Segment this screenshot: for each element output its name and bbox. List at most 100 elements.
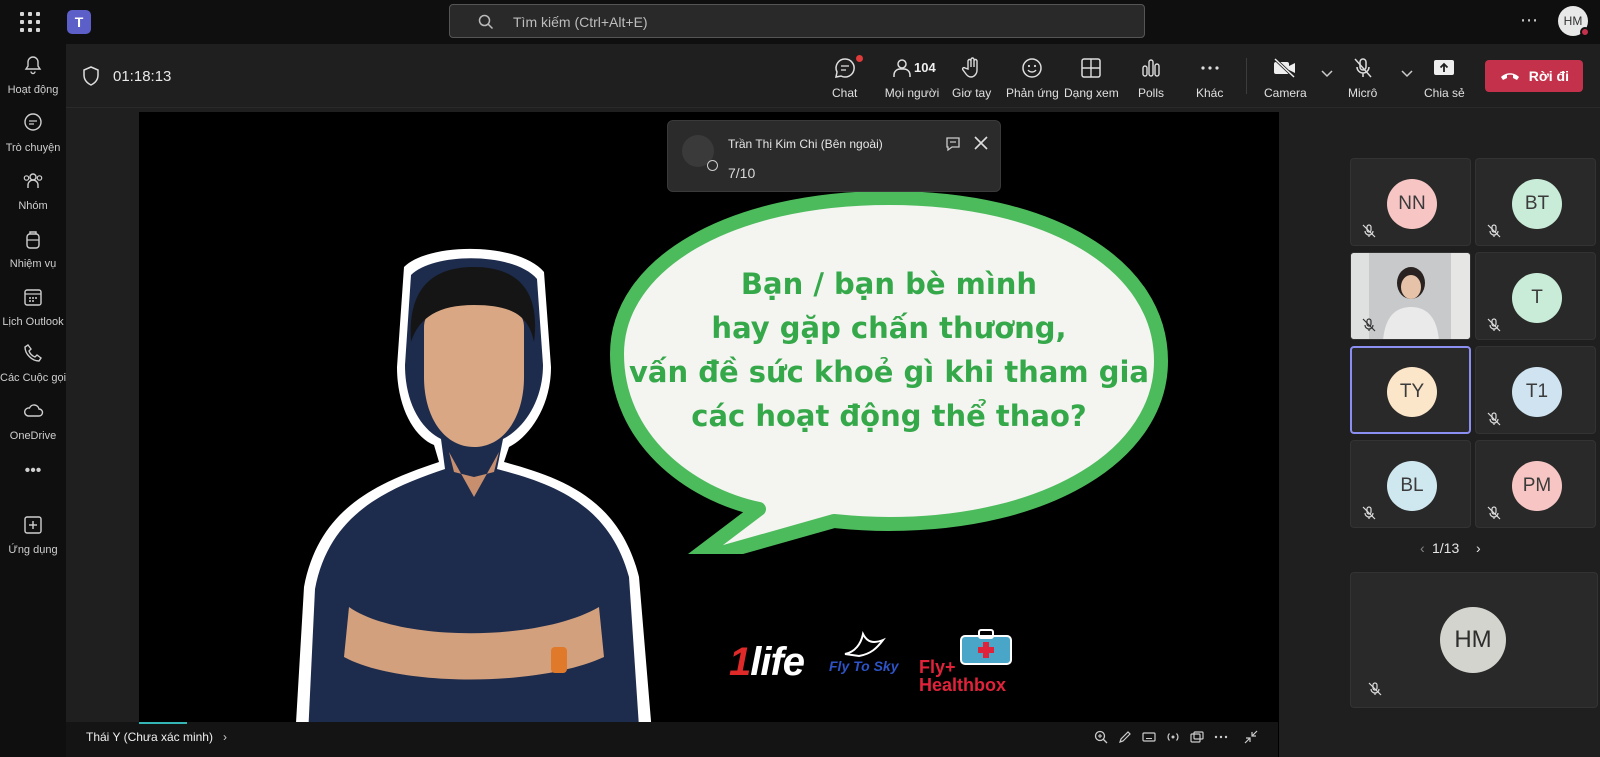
people-label: Mọi người — [884, 86, 940, 100]
profile-initials: HM — [1563, 14, 1583, 28]
rail-item-tasks[interactable]: Nhiệm vụ — [0, 228, 66, 272]
reply-icon[interactable] — [944, 135, 962, 153]
1life-logo-text: life — [750, 640, 805, 684]
sender-name: Trần Thị Kim Chi (Bên ngoài) — [728, 137, 883, 151]
meeting-toolbar: 01:18:13 Chat 104 Mọi người Giơ tay Phản… — [66, 44, 1600, 108]
popout-icon[interactable] — [1190, 730, 1204, 744]
chevron-down-icon[interactable] — [1321, 70, 1333, 78]
share-button[interactable]: Chia sẻ — [1424, 56, 1465, 102]
mic-button[interactable]: Micrô — [1348, 56, 1377, 102]
chat-notification[interactable]: Trần Thị Kim Chi (Bên ngoài) 7/10 — [667, 120, 1001, 192]
people-button[interactable]: 104 Mọi người — [884, 56, 940, 102]
close-icon[interactable] — [974, 136, 988, 150]
participant-tile[interactable]: T — [1475, 252, 1596, 340]
teams-logo-icon: T — [67, 10, 91, 34]
people-count: 104 — [914, 60, 936, 75]
shared-content: Bạn / bạn bè mình hay gặp chấn thương, v… — [139, 112, 1279, 757]
more-button[interactable]: Khác — [1196, 56, 1223, 102]
chevron-right-icon[interactable]: › — [1476, 540, 1481, 556]
rail-item-onedrive[interactable]: OneDrive — [0, 400, 66, 444]
react-button[interactable]: Phản ứng — [1006, 56, 1059, 102]
participant-avatar: TY — [1387, 367, 1437, 417]
leave-button[interactable]: Rời đi — [1485, 60, 1583, 92]
people-group-icon — [23, 173, 43, 188]
chevron-right-icon[interactable]: › — [223, 730, 227, 744]
shield-icon[interactable] — [82, 66, 100, 86]
search-input[interactable]: Tìm kiếm (Ctrl+Alt+E) — [449, 4, 1145, 38]
participant-initials: PM — [1522, 475, 1552, 496]
add-app-icon — [24, 516, 42, 534]
rail-label: Nhiệm vụ — [9, 258, 57, 270]
unread-dot — [856, 55, 863, 62]
phone-icon — [24, 344, 42, 362]
participant-tile[interactable]: NN — [1350, 158, 1471, 246]
participant-tile-speaking[interactable]: TY — [1350, 346, 1471, 434]
participant-avatar: NN — [1387, 179, 1437, 229]
rail-item-apps[interactable]: Ứng dụng — [0, 514, 66, 558]
mic-muted-icon — [1487, 412, 1501, 426]
cloud-icon — [24, 404, 44, 417]
status-dot — [1580, 27, 1590, 37]
rail-more-icon[interactable]: ••• — [0, 462, 66, 480]
self-view-tile[interactable]: HM — [1350, 572, 1598, 708]
camera-button[interactable]: Camera — [1264, 56, 1307, 102]
rail-item-chat[interactable]: Trò chuyện — [0, 112, 66, 156]
meeting-timer: 01:18:13 — [113, 68, 172, 85]
rail-item-activity[interactable]: Hoạt động — [0, 54, 66, 98]
profile-avatar[interactable]: HM — [1558, 6, 1590, 37]
rail-item-teams[interactable]: Nhóm — [0, 170, 66, 214]
mic-muted-icon — [1487, 318, 1501, 332]
presenter-photo — [294, 248, 654, 757]
backpack-icon — [26, 231, 40, 249]
grid-view-icon — [1081, 58, 1102, 78]
camera-off-icon — [1274, 57, 1296, 79]
mic-muted-icon — [1368, 682, 1382, 696]
participant-initials: NN — [1398, 193, 1426, 214]
hang-up-icon — [1501, 73, 1519, 80]
keyboard-icon[interactable] — [1142, 730, 1156, 744]
presenter-name-tag: Thái Y (Chưa xác minh) — [80, 726, 219, 750]
1life-logo-prefix: 1 — [729, 640, 751, 684]
participant-initials: BL — [1400, 475, 1424, 496]
participant-video-tile[interactable] — [1350, 252, 1471, 340]
zoom-icon[interactable] — [1094, 730, 1108, 744]
view-button[interactable]: Dạng xem — [1064, 56, 1119, 102]
raise-hand-button[interactable]: Giơ tay — [952, 56, 991, 102]
pen-icon[interactable] — [1118, 730, 1132, 744]
participant-tile[interactable]: T1 — [1475, 346, 1596, 434]
chat-button[interactable]: Chat — [832, 55, 863, 102]
broadcast-icon[interactable] — [1166, 730, 1180, 744]
participant-initials: T — [1531, 287, 1543, 308]
share-screen-icon — [1434, 60, 1455, 75]
participant-initials: BT — [1524, 193, 1550, 214]
search-icon — [478, 14, 494, 30]
participant-tile[interactable]: BL — [1350, 440, 1471, 528]
collapse-icon[interactable] — [1244, 730, 1258, 744]
self-initials: HM — [1454, 626, 1492, 653]
raise-hand-label: Giơ tay — [952, 86, 992, 100]
rail-item-calendar[interactable]: Lịch Outlook — [0, 286, 66, 330]
app-rail: Hoạt động Trò chuyện Nhóm Nhiệm vụ Lịch … — [0, 44, 66, 757]
mic-muted-icon — [1487, 506, 1501, 520]
participant-tile[interactable]: PM — [1475, 440, 1596, 528]
slide-line: hay gặp chấn thương, — [711, 311, 1067, 345]
rail-item-calls[interactable]: Các Cuộc gọi — [0, 342, 66, 386]
chat-label: Chat — [832, 86, 858, 100]
bell-icon — [24, 56, 42, 75]
chevron-down-icon[interactable] — [1401, 70, 1413, 78]
rail-label: OneDrive — [9, 430, 57, 442]
chevron-left-icon[interactable]: ‹ — [1420, 540, 1425, 556]
leave-label: Rời đi — [1528, 68, 1569, 84]
app-launcher-icon[interactable] — [20, 12, 40, 32]
more-icon[interactable] — [1214, 730, 1228, 744]
hand-icon — [961, 57, 978, 78]
sponsor-logos: 1life Fly To Sky Fly+ Healthbox — [729, 628, 1039, 698]
healthbox-logo-line: Healthbox — [919, 675, 1007, 695]
settings-more-icon[interactable]: ⋯ — [1520, 10, 1539, 31]
participant-initials: T1 — [1525, 381, 1549, 402]
participant-tile[interactable]: BT — [1475, 158, 1596, 246]
1life-logo: 1life — [729, 640, 805, 685]
polls-button[interactable]: Polls — [1138, 56, 1164, 102]
mic-label: Micrô — [1348, 86, 1378, 100]
smiley-icon — [1022, 58, 1043, 78]
